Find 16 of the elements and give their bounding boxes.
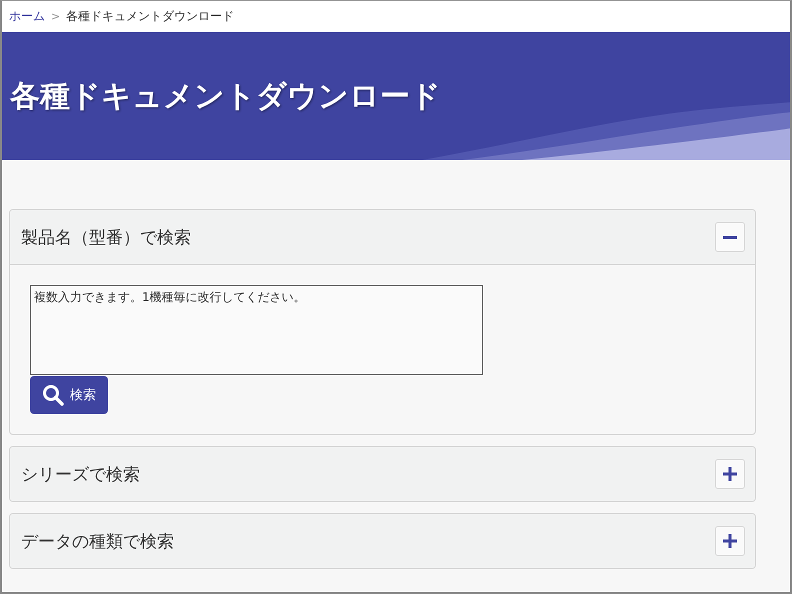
plus-icon [723, 534, 737, 548]
panel-title: シリーズで検索 [21, 464, 140, 486]
minus-icon [723, 236, 737, 238]
search-icon [42, 384, 64, 406]
product-name-field[interactable]: 複数入力できます。1機種毎に改行してください。 [30, 285, 483, 375]
plus-icon [723, 467, 737, 481]
expand-button[interactable] [715, 526, 745, 556]
expand-button[interactable] [715, 459, 745, 489]
search-button[interactable]: 検索 [30, 376, 108, 414]
panel-title: データの種類で検索 [21, 530, 174, 552]
breadcrumb-current: 各種ドキュメントダウンロード [66, 8, 234, 25]
page-title: 各種ドキュメントダウンロード [8, 78, 441, 116]
collapse-button[interactable] [715, 222, 745, 252]
breadcrumb-separator: > [51, 10, 60, 23]
breadcrumb-link[interactable]: ホーム [9, 8, 45, 25]
panel-title: 製品名（型番）で検索 [21, 226, 191, 248]
